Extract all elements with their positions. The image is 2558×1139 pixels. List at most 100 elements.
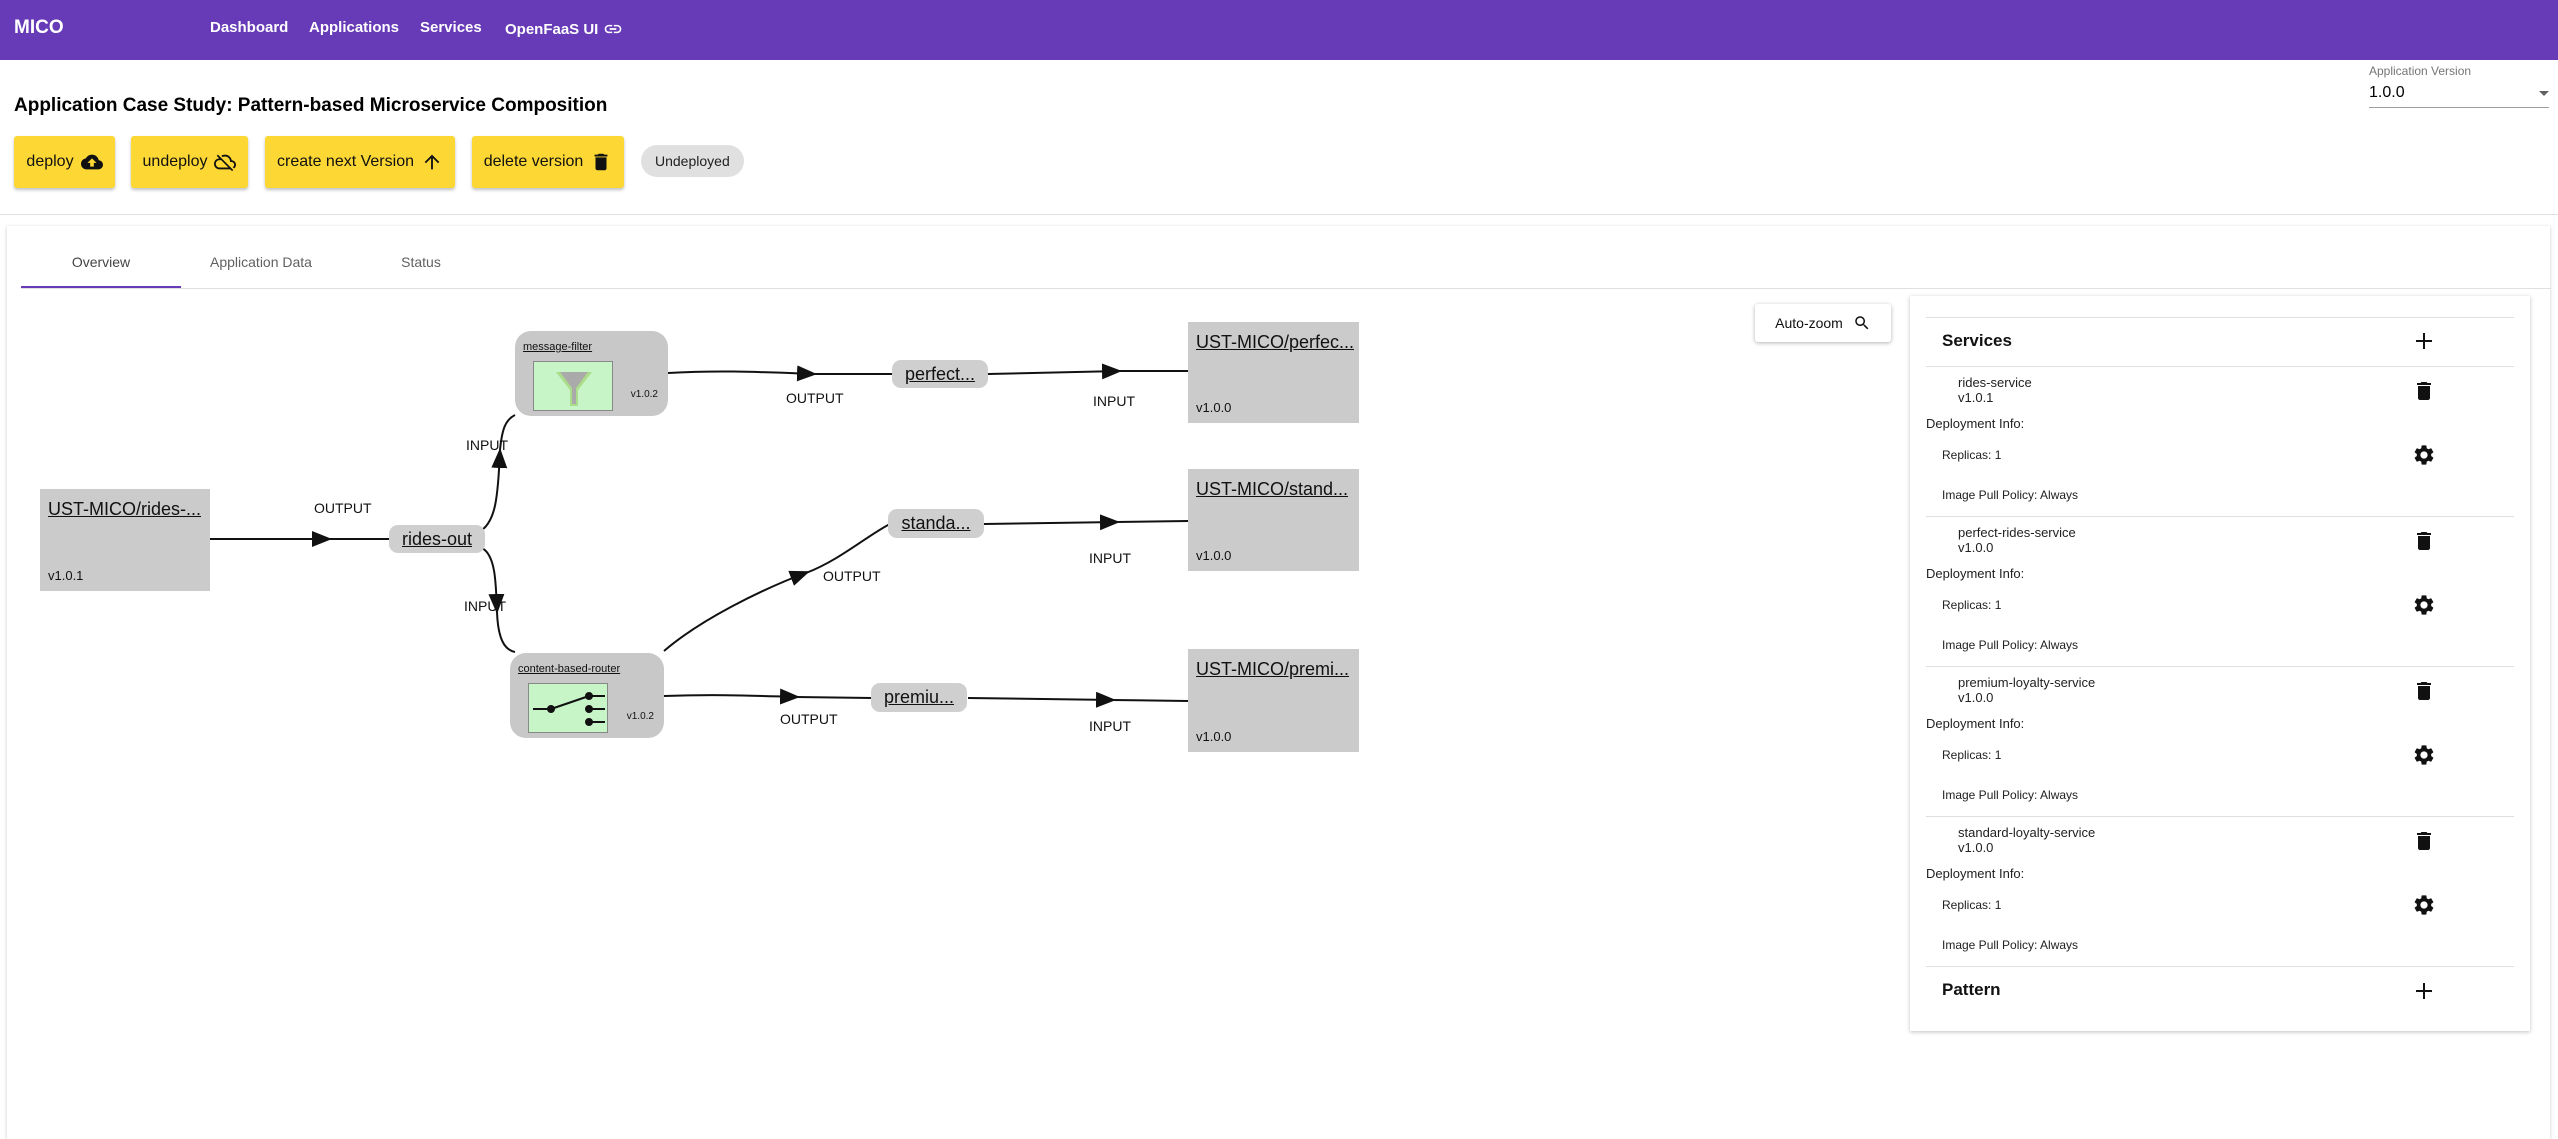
auto-zoom-button[interactable]: Auto-zoom (1755, 304, 1891, 342)
pattern-node-title[interactable]: message-filter (523, 341, 592, 353)
deployment-settings-button[interactable] (2412, 443, 2436, 467)
service-node-title[interactable]: UST-MICO/perfec... (1196, 332, 1354, 353)
pull-policy-text: Image Pull Policy: Always (1942, 788, 2079, 802)
dropdown-arrow-icon (2539, 90, 2549, 96)
pattern-node-version: v1.0.2 (626, 711, 654, 722)
application-version-select[interactable]: Application Version 1.0.0 (2369, 64, 2549, 108)
service-node-perfect[interactable]: UST-MICO/perfec... v1.0.0 (1188, 322, 1359, 423)
delete-service-button[interactable] (2412, 829, 2436, 853)
search-icon (1855, 316, 1869, 330)
edge-perfect-to-service (987, 363, 1122, 380)
service-node-premium[interactable]: UST-MICO/premi... v1.0.0 (1188, 649, 1359, 752)
deployment-info-label: Deployment Info: (1926, 866, 2025, 881)
services-section-title: Services (1942, 331, 2012, 350)
filter-icon (533, 361, 613, 411)
panel-divider (1926, 317, 2514, 318)
service-item-version: v1.0.1 (1958, 390, 1994, 405)
delete-service-button[interactable] (2412, 379, 2436, 403)
trash-icon (2417, 832, 2431, 850)
service-item-title: rides-service v1.0.1 (1958, 375, 2032, 405)
topic-node-premium[interactable]: premiu... (871, 683, 967, 712)
panel-divider (1926, 966, 2514, 967)
edge-rides-out-to-filter (481, 448, 508, 531)
service-item-name: rides-service (1958, 375, 2032, 390)
pattern-node-message-filter[interactable]: message-filter v1.0.2 (515, 331, 668, 416)
pull-policy-text: Image Pull Policy: Always (1942, 488, 2079, 502)
add-pattern-icon[interactable] (2414, 981, 2434, 1001)
trash-icon (2417, 382, 2431, 400)
edge-label-output: OUTPUT (780, 711, 838, 727)
panel-divider (1926, 816, 2514, 817)
pattern-node-title[interactable]: content-based-router (518, 663, 620, 675)
topic-node-perfect[interactable]: perfect... (892, 360, 988, 388)
add-service-icon[interactable] (2414, 331, 2434, 351)
service-node-standard[interactable]: UST-MICO/stand... v1.0.0 (1188, 469, 1359, 571)
gear-icon (2414, 895, 2434, 915)
panel-divider (1926, 516, 2514, 517)
service-node-rides[interactable]: UST-MICO/rides-... v1.0.1 (40, 489, 210, 591)
details-panel (1910, 296, 2530, 1031)
trash-icon (2417, 682, 2431, 700)
trash-icon (2417, 532, 2431, 550)
pattern-node-content-based-router[interactable]: content-based-router v1.0.2 (510, 653, 664, 738)
service-item-title: perfect-rides-service v1.0.0 (1958, 525, 2076, 555)
topic-node-standard[interactable]: standa... (888, 509, 984, 538)
service-node-title[interactable]: UST-MICO/rides-... (48, 499, 201, 520)
gear-icon (2414, 595, 2434, 615)
service-node-version: v1.0.0 (1196, 729, 1232, 744)
service-node-version: v1.0.0 (1196, 548, 1232, 563)
gear-icon (2414, 445, 2434, 465)
pattern-section-title: Pattern (1942, 980, 2001, 999)
deployment-info-label: Deployment Info: (1926, 566, 2025, 581)
service-item-name: premium-loyalty-service (1958, 675, 2096, 690)
pull-policy-text: Image Pull Policy: Always (1942, 638, 2079, 652)
edge-label-output: OUTPUT (823, 568, 881, 584)
edge-label-output: OUTPUT (786, 390, 844, 406)
replicas-text: Replicas: 1 (1942, 448, 2002, 462)
edge-label-input: INPUT (1093, 393, 1135, 409)
edge-premium-to-service (967, 691, 1116, 708)
panel-divider (1926, 366, 2514, 367)
topic-node-rides-out[interactable]: rides-out (389, 525, 485, 553)
application-graph: UST-MICO/rides-... v1.0.1 UST-MICO/perfe… (0, 0, 1400, 800)
replicas-text: Replicas: 1 (1942, 748, 2002, 762)
service-item-version: v1.0.0 (1958, 540, 1994, 555)
edge-router-to-premium (663, 688, 800, 705)
pattern-node-version: v1.0.2 (630, 389, 658, 400)
replicas-text: Replicas: 1 (1942, 598, 2002, 612)
service-node-title[interactable]: UST-MICO/stand... (1196, 479, 1348, 500)
edge-label-input: INPUT (464, 598, 506, 614)
service-item-title: premium-loyalty-service v1.0.0 (1958, 675, 2095, 705)
version-select-value: 1.0.0 (2369, 84, 2405, 101)
router-icon (528, 683, 608, 733)
service-node-version: v1.0.1 (48, 568, 84, 583)
pull-policy-text: Image Pull Policy: Always (1942, 938, 2079, 952)
service-item-name: standard-loyalty-service (1958, 825, 2096, 840)
edge-standard-to-service (983, 514, 1120, 531)
edge-label-input: INPUT (466, 437, 508, 453)
edge-router-to-standard (663, 570, 810, 652)
gear-icon (2414, 745, 2434, 765)
delete-service-button[interactable] (2412, 529, 2436, 553)
edge-label-input: INPUT (1089, 550, 1131, 566)
edge-filter-to-perfect (667, 365, 817, 382)
service-item-name: perfect-rides-service (1958, 525, 2076, 540)
service-node-title[interactable]: UST-MICO/premi... (1196, 659, 1349, 680)
panel-divider (1926, 666, 2514, 667)
service-item-version: v1.0.0 (1958, 690, 1994, 705)
deployment-settings-button[interactable] (2412, 743, 2436, 767)
service-item-title: standard-loyalty-service v1.0.0 (1958, 825, 2095, 855)
edge-label-input: INPUT (1089, 718, 1131, 734)
service-node-version: v1.0.0 (1196, 400, 1232, 415)
deployment-settings-button[interactable] (2412, 893, 2436, 917)
delete-service-button[interactable] (2412, 679, 2436, 703)
deployment-settings-button[interactable] (2412, 593, 2436, 617)
deployment-info-label: Deployment Info: (1926, 716, 2025, 731)
service-item-version: v1.0.0 (1958, 840, 1994, 855)
version-select-field[interactable]: 1.0.0 (2369, 84, 2549, 108)
version-select-label: Application Version (2369, 64, 2472, 78)
edge-label-output: OUTPUT (314, 500, 372, 516)
replicas-text: Replicas: 1 (1942, 898, 2002, 912)
auto-zoom-label: Auto-zoom (1775, 315, 1843, 331)
deployment-info-label: Deployment Info: (1926, 416, 2025, 431)
